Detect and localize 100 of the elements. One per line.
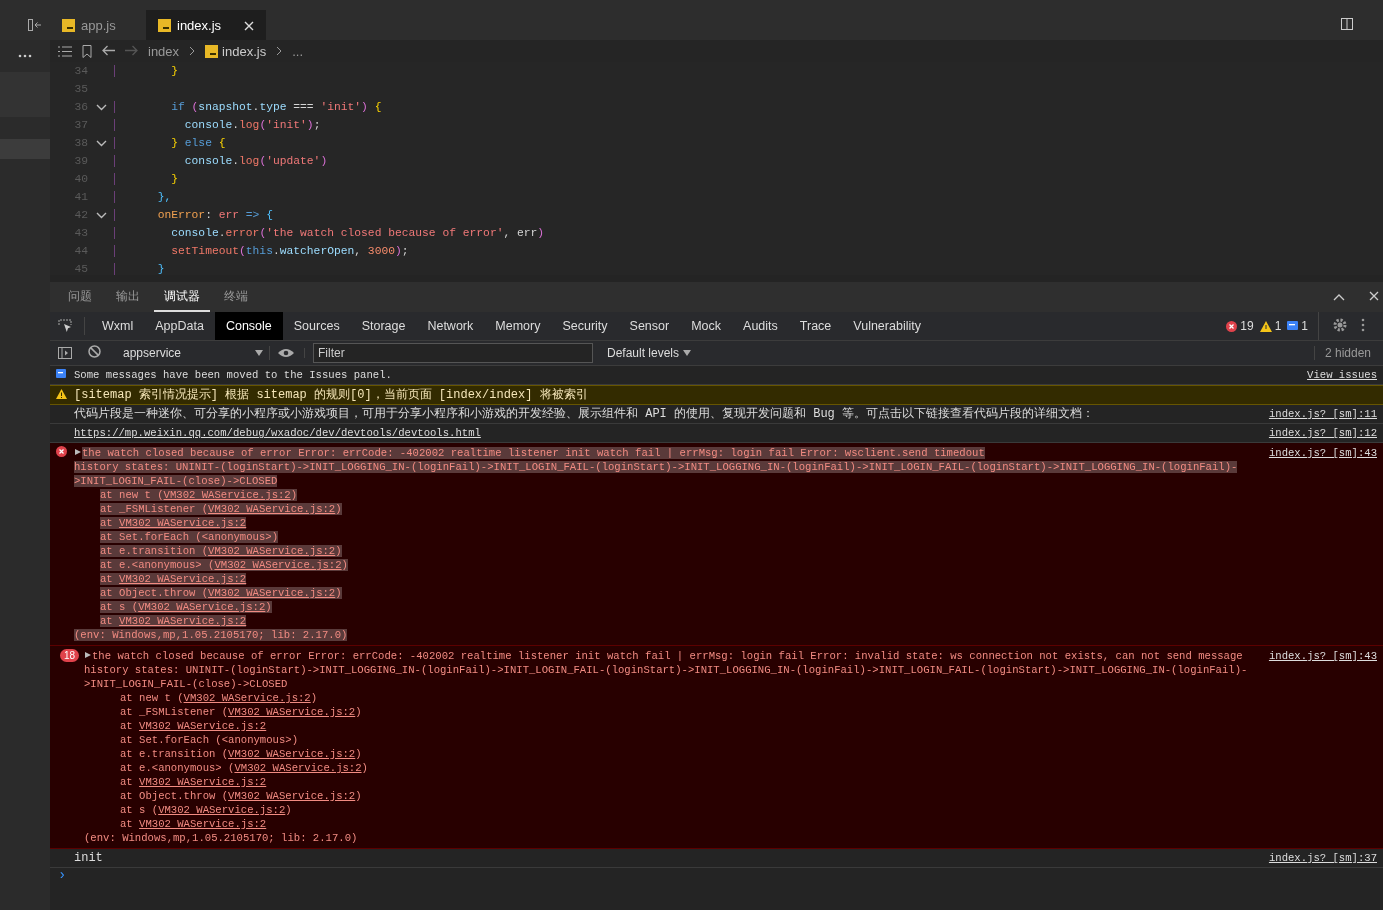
devtools-tab[interactable]: Trace	[788, 312, 843, 340]
editor-tab[interactable]: index.js	[146, 10, 266, 40]
stack-link[interactable]: VM302 WAService.js:2	[119, 517, 247, 529]
clear-console-icon	[88, 345, 101, 358]
devtools-tab[interactable]: Storage	[350, 312, 417, 340]
stack-link[interactable]: VM302 WAService.js:2	[139, 776, 267, 788]
stack-frame: at VM302 WAService.js:2	[120, 776, 267, 788]
stack-frame: at VM302 WAService.js:2	[120, 818, 267, 830]
source-link[interactable]: index.js? [sm]:43	[1268, 446, 1377, 460]
devtools-tab[interactable]: Network	[416, 312, 485, 340]
panel-tab[interactable]: 终端	[214, 282, 258, 312]
chevron-right-icon	[276, 46, 283, 56]
list-icon	[58, 45, 72, 57]
stack-link[interactable]: VM302 WAService.js:2	[138, 601, 266, 613]
stack-frame: at Object.throw (VM302 WAService.js:2)	[120, 790, 362, 802]
env-text: (env: Windows,mp,1.05.2105170; lib: 2.17.0)	[84, 832, 358, 844]
dropdown-caret-icon	[255, 350, 263, 356]
stack-frame: at new t (VM302 WAService.js:2)	[100, 489, 298, 501]
stack-frame: at e.<anonymous> (VM302 WAService.js:2)	[100, 559, 348, 571]
info-count: 1	[1301, 319, 1308, 333]
stack-frame: at s (VM302 WAService.js:2)	[120, 804, 292, 816]
warning-icon	[56, 389, 67, 399]
fold-chevron-icon[interactable]	[95, 211, 107, 219]
more-vertical-icon	[1361, 317, 1365, 332]
code-line: console.log('update')	[183, 155, 328, 167]
stack-link[interactable]: VM302 WAService.js:2	[163, 489, 291, 501]
stack-link[interactable]: VM302 WAService.js:2	[183, 692, 311, 704]
devtools-tab[interactable]: AppData	[144, 312, 215, 340]
code-line: setTimeout(this.watcherOpen, 3000);	[170, 245, 409, 257]
stack-link[interactable]: VM302 WAService.js:2	[158, 804, 286, 816]
breadcrumb-item[interactable]: index	[148, 43, 180, 59]
url-link[interactable]: https://mp.weixin.qq.com/debug/wxadoc/dev/devtools/devtools.html	[74, 427, 481, 439]
stack-link[interactable]: VM302 WAService.js:2	[228, 706, 356, 718]
error-count: 19	[1240, 319, 1254, 333]
source-link[interactable]: index.js? [sm]:43	[1268, 649, 1377, 663]
devtools-tab[interactable]: Mock	[680, 312, 733, 340]
code-line: }	[156, 263, 165, 275]
warning-count: 1	[1274, 319, 1282, 333]
source-link[interactable]: index.js? [sm]:12	[1268, 426, 1377, 440]
sidebar-icon	[58, 347, 72, 359]
context-select[interactable]: appservice	[117, 346, 270, 360]
devtools-tab[interactable]: Sources	[282, 312, 351, 340]
devtools-tab[interactable]: Audits	[732, 312, 789, 340]
log-levels-dropdown[interactable]: Default levels	[607, 346, 692, 360]
stack-link[interactable]: VM302 WAService.js:2	[208, 503, 336, 515]
code-line: }	[170, 65, 178, 77]
stack-link[interactable]: VM302 WAService.js:2	[208, 587, 336, 599]
devtools-tab[interactable]: Memory	[484, 312, 552, 340]
js-file-icon	[158, 18, 171, 32]
stack-frame: at VM302 WAService.js:2	[100, 615, 247, 627]
source-link[interactable]: index.js? [sm]:11	[1268, 407, 1377, 421]
stack-frame: at new t (VM302 WAService.js:2)	[120, 692, 318, 704]
stack-link[interactable]: VM302 WAService.js:2	[228, 790, 356, 802]
panel-tab[interactable]: 问题	[58, 282, 102, 312]
stack-frame: at Object.throw (VM302 WAService.js:2)	[100, 587, 342, 599]
breadcrumb-item[interactable]: ...	[292, 43, 303, 59]
stack-link[interactable]: VM302 WAService.js:2	[228, 748, 356, 760]
panel-tab[interactable]: 输出	[106, 282, 150, 312]
code-line: console.log('init');	[183, 119, 321, 131]
env-text: (env: Windows,mp,1.05.2105170; lib: 2.17.0)	[74, 629, 348, 641]
split-editor-icon	[1341, 17, 1353, 30]
stack-link[interactable]: VM302 WAService.js:2	[119, 573, 247, 585]
expand-arrow-icon	[74, 448, 82, 456]
hidden-count: 2 hidden	[1313, 346, 1383, 360]
editor-tab[interactable]: app.js	[50, 10, 146, 40]
fold-chevron-icon[interactable]	[95, 103, 107, 111]
more-icon	[18, 54, 32, 58]
stack-link[interactable]: VM302 WAService.js:2	[139, 818, 267, 830]
stack-frame: at Set.forEach (<anonymous>)	[100, 531, 278, 543]
error-icon	[1226, 320, 1238, 332]
stack-link[interactable]: VM302 WAService.js:2	[208, 545, 336, 557]
devtools-tab[interactable]: Vulnerability	[842, 312, 932, 340]
close-icon	[1369, 291, 1379, 301]
code-line: },	[156, 191, 172, 203]
stack-link[interactable]: VM302 WAService.js:2	[214, 559, 342, 571]
stack-link[interactable]: VM302 WAService.js:2	[119, 615, 247, 627]
code-line: }	[170, 173, 178, 185]
stack-link[interactable]: VM302 WAService.js:2	[139, 720, 267, 732]
stack-frame: at VM302 WAService.js:2	[100, 517, 247, 529]
view-issues-link[interactable]: View issues	[1307, 368, 1377, 382]
forward-arrow-icon	[125, 44, 138, 56]
message-icon	[56, 369, 66, 379]
stack-frame: at VM302 WAService.js:2	[120, 720, 267, 732]
devtools-tab[interactable]: Console	[214, 312, 283, 340]
devtools-tab[interactable]: Security	[551, 312, 619, 340]
stack-link[interactable]: VM302 WAService.js:2	[234, 762, 362, 774]
devtools-tab[interactable]: Sensor	[618, 312, 681, 340]
code-line: onError: err => {	[156, 209, 273, 221]
inspect-element-icon	[58, 319, 72, 333]
console-prompt[interactable]: ›	[50, 868, 1383, 886]
filter-field[interactable]: Filter	[313, 343, 593, 363]
stack-frame: at Set.forEach (<anonymous>)	[120, 734, 298, 746]
stack-frame: at _FSMListener (VM302 WAService.js:2)	[120, 706, 362, 718]
devtools-tab[interactable]: Wxml	[91, 312, 145, 340]
error-text: >INIT_LOGIN_FAIL-(close)->CLOSED	[84, 678, 288, 690]
fold-chevron-icon[interactable]	[95, 139, 107, 147]
source-link[interactable]: index.js? [sm]:37	[1268, 851, 1377, 865]
breadcrumb-item[interactable]: index.js	[222, 43, 267, 59]
repeat-count-badge: 18	[60, 649, 80, 662]
error-icon	[56, 446, 67, 457]
